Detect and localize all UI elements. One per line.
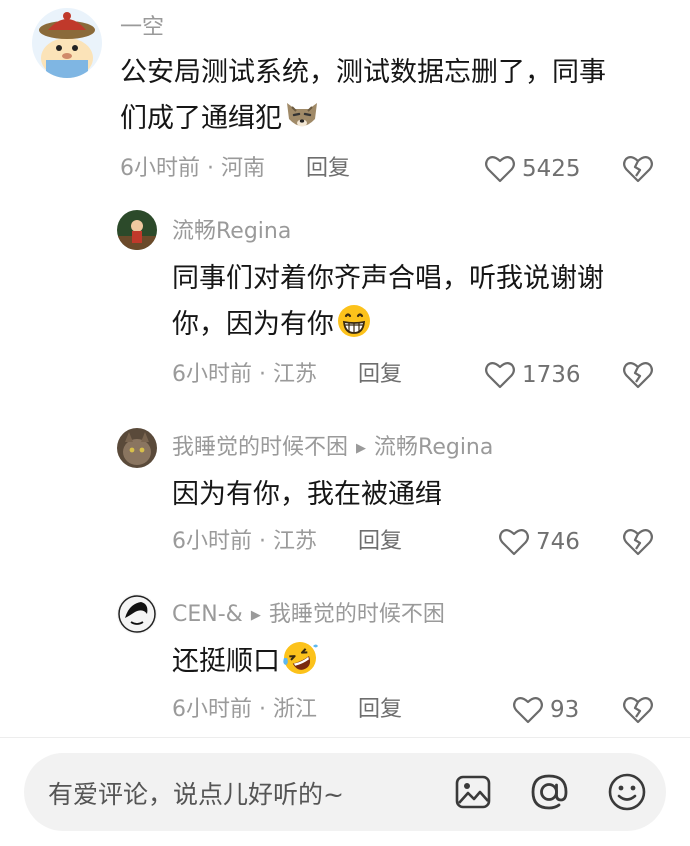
like-button[interactable]: 5425 — [484, 154, 581, 184]
heart-icon — [485, 156, 515, 183]
reply-button[interactable]: 回复 — [306, 156, 350, 181]
comment-text: 公安局测试系统，测试数据忘删了，同事 们成了通缉犯 — [120, 50, 660, 142]
comment-location: 河南 — [221, 156, 266, 181]
reply-to-username[interactable]: 流畅Regina — [374, 435, 493, 460]
comment-time: 6小时前 — [172, 362, 252, 387]
comment-text-line: 同事们对着你齐声合唱，听我说谢谢 — [172, 263, 604, 294]
comment-text: 因为有你，我在被通缉 — [172, 479, 442, 510]
comment-input-placeholder[interactable]: 有爱评论，说点儿好听的~ — [48, 775, 344, 811]
broken-heart-icon — [623, 529, 653, 556]
comment-meta: 6小时前 · 江苏 回复 — [172, 360, 402, 390]
avatar[interactable] — [32, 8, 102, 78]
comment-username[interactable]: 流畅Regina — [172, 218, 291, 246]
image-icon[interactable] — [452, 771, 494, 813]
meta-separator: · — [259, 529, 266, 554]
comment-meta: 6小时前 · 河南 回复 — [120, 154, 350, 184]
like-count: 746 — [536, 529, 580, 555]
comment-username-name[interactable]: 我睡觉的时候不困 — [172, 435, 348, 460]
comment-text-line: 你，因为有你 — [172, 309, 334, 340]
comment-text-line: 们成了通缉犯 — [120, 103, 282, 134]
comment-username[interactable]: 一空 — [120, 14, 164, 42]
reply-button[interactable]: 回复 — [358, 697, 402, 722]
reply-button[interactable]: 回复 — [358, 529, 402, 554]
comment-meta: 6小时前 · 江苏 回复 — [172, 527, 402, 557]
broken-heart-icon — [623, 362, 653, 389]
comment-text: 还挺顺口 — [172, 639, 662, 685]
comment-username-name[interactable]: CEN-& — [172, 602, 243, 627]
comment-text: 同事们对着你齐声合唱，听我说谢谢 你，因为有你 — [172, 256, 662, 348]
comment-location: 浙江 — [273, 697, 318, 722]
like-button[interactable]: 1736 — [484, 360, 581, 390]
wolf-face-emoji — [284, 97, 320, 133]
like-button[interactable]: 93 — [512, 695, 579, 725]
meta-separator: · — [259, 697, 266, 722]
reply-arrow-icon: ▶ — [356, 441, 367, 456]
heart-icon — [485, 362, 515, 389]
at-icon[interactable] — [528, 771, 570, 813]
dislike-button[interactable] — [622, 360, 654, 390]
avatar[interactable] — [117, 210, 157, 250]
comment-meta: 6小时前 · 浙江 回复 — [172, 695, 402, 725]
grinning-face-emoji — [336, 303, 372, 339]
dislike-button[interactable] — [622, 154, 654, 184]
meta-separator: · — [259, 362, 266, 387]
comment-username: 我睡觉的时候不困 ▶ 流畅Regina — [172, 434, 493, 463]
heart-icon — [513, 697, 543, 724]
avatar[interactable] — [117, 428, 157, 468]
divider — [0, 737, 690, 738]
comment-time: 6小时前 — [172, 697, 252, 722]
reply-to-username[interactable]: 我睡觉的时候不困 — [269, 602, 445, 627]
rolling-on-floor-laughing-emoji — [282, 640, 318, 676]
like-count: 93 — [550, 697, 580, 723]
reply-arrow-icon: ▶ — [250, 608, 261, 623]
broken-heart-icon — [623, 156, 653, 183]
comment-input-bar[interactable]: 有爱评论，说点儿好听的~ — [24, 753, 666, 831]
comment-text-line: 还挺顺口 — [172, 646, 280, 677]
like-count: 1736 — [522, 362, 581, 388]
dislike-button[interactable] — [622, 695, 654, 725]
smiley-icon[interactable] — [606, 771, 648, 813]
comment-location: 江苏 — [273, 362, 318, 387]
comment-text-line: 公安局测试系统，测试数据忘删了，同事 — [120, 57, 606, 88]
meta-separator: · — [207, 156, 214, 181]
comment-location: 江苏 — [273, 529, 318, 554]
like-count: 5425 — [522, 156, 581, 182]
dislike-button[interactable] — [622, 527, 654, 557]
comment-time: 6小时前 — [172, 529, 252, 554]
like-button[interactable]: 746 — [498, 527, 580, 557]
comment-username: CEN-& ▶ 我睡觉的时候不困 — [172, 601, 445, 630]
broken-heart-icon — [623, 697, 653, 724]
comment-time: 6小时前 — [120, 156, 200, 181]
heart-icon — [499, 529, 529, 556]
avatar[interactable] — [117, 594, 157, 634]
reply-button[interactable]: 回复 — [358, 362, 402, 387]
